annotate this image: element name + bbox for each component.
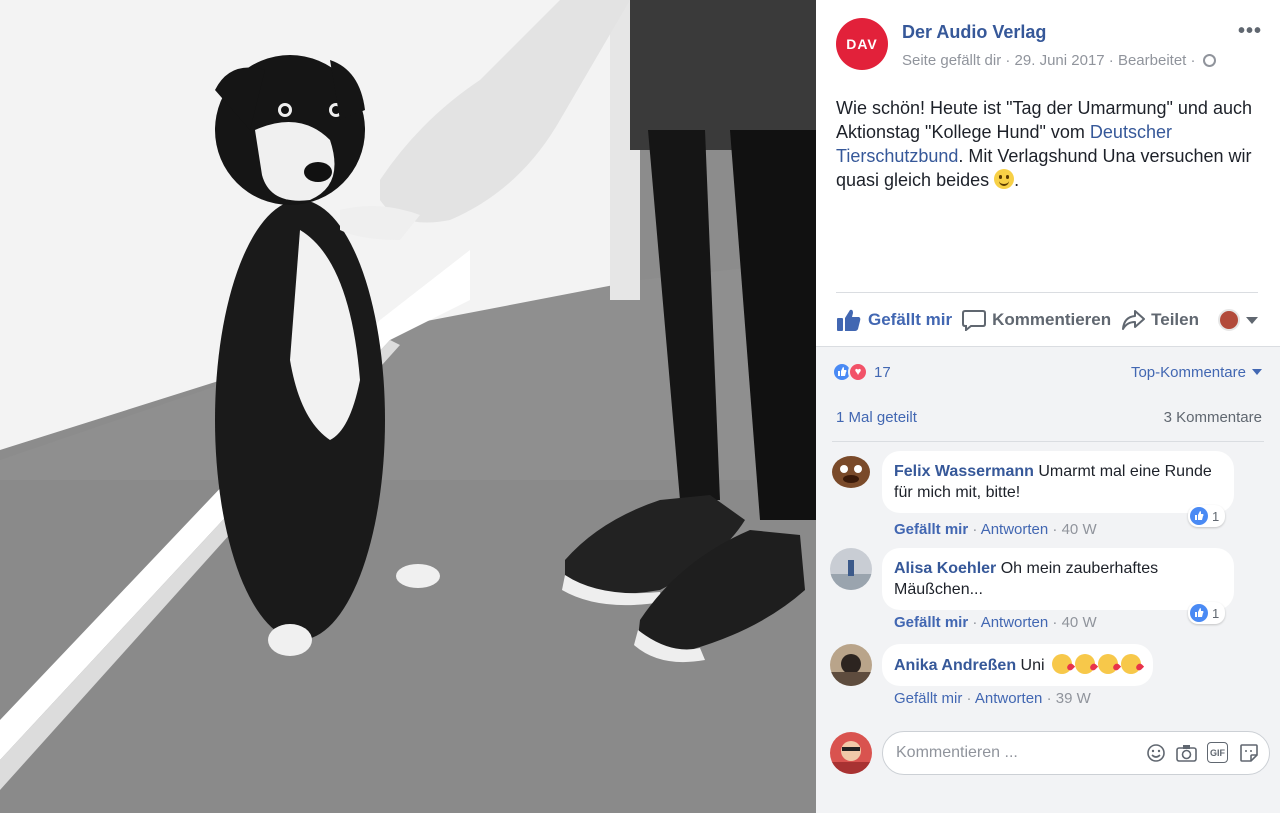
comment-timestamp[interactable]: 39 W	[1056, 690, 1091, 707]
page-name-link[interactable]: Der Audio Verlag	[902, 22, 1046, 43]
user-avatar-icon	[1218, 309, 1240, 331]
camera-icon[interactable]	[1176, 742, 1197, 763]
current-user-avatar	[830, 732, 872, 774]
reactions-count[interactable]: 17	[874, 364, 891, 381]
comment-like-link[interactable]: Gefällt mir	[894, 521, 968, 538]
post-meta: Seite gefällt dir · 29. Juni 2017 · Bear…	[902, 52, 1216, 69]
comment-input[interactable]: Kommentieren ... GIF	[882, 731, 1270, 775]
post-text: Wie schön! Heute ist "Tag der Umarmung" …	[836, 96, 1266, 192]
comment-bubble: Alisa Koehler Oh mein zauberhaftes Mäußc…	[882, 548, 1234, 610]
share-button[interactable]: Teilen	[1121, 309, 1199, 331]
comment-item: Felix Wassermann Umarmt mal eine Runde f…	[830, 451, 1260, 541]
comment-actions: Gefällt mir · Antworten · 40 W	[894, 521, 1097, 538]
post-meta-text: Seite gefällt dir · 29. Juni 2017 · Bear…	[902, 52, 1196, 69]
reactions-summary: ♥ 17 Top-Kommentare	[832, 361, 1262, 383]
comment-reaction-count: 1	[1212, 605, 1220, 621]
comment-sort-dropdown[interactable]: Top-Kommentare	[1131, 364, 1262, 381]
comment-reply-link[interactable]: Antworten	[975, 690, 1043, 707]
gif-label: GIF	[1210, 747, 1225, 758]
share-button-label: Teilen	[1151, 310, 1199, 329]
kiss-emoji-icon	[1098, 654, 1119, 674]
comment-button[interactable]: Kommentieren	[962, 309, 1111, 331]
comment-reply-link[interactable]: Antworten	[981, 521, 1049, 538]
post-photo[interactable]	[0, 0, 816, 813]
comment-author-link[interactable]: Anika Andreßen	[894, 657, 1016, 674]
kiss-emoji-icon	[1075, 654, 1096, 674]
like-button[interactable]: Gefällt mir	[836, 308, 952, 332]
thumbs-up-icon	[837, 309, 861, 331]
like-button-label: Gefällt mir	[868, 310, 953, 329]
like-reaction-icon	[1190, 507, 1208, 525]
chevron-down-icon	[1252, 369, 1262, 375]
comment-like-link[interactable]: Gefällt mir	[894, 690, 962, 707]
page-avatar[interactable]: DAV	[836, 18, 888, 70]
comment-author-link[interactable]: Alisa Koehler	[894, 560, 996, 577]
comments-section: ♥ 17 Top-Kommentare 1 Mal geteilt 3 Komm…	[816, 346, 1280, 813]
page-logo-text: DAV	[846, 36, 878, 52]
sticker-icon[interactable]	[1238, 742, 1259, 763]
commenter-avatar[interactable]	[830, 548, 872, 590]
comment-timestamp[interactable]: 40 W	[1062, 614, 1097, 631]
comment-input-placeholder: Kommentieren ...	[896, 744, 1018, 761]
kiss-emoji-icon	[1121, 654, 1142, 674]
comment-timestamp[interactable]: 40 W	[1062, 521, 1097, 538]
comment-reaction-badge[interactable]: 1	[1188, 602, 1226, 624]
comment-reaction-badge[interactable]: 1	[1188, 505, 1226, 527]
like-reaction-icon	[1190, 604, 1208, 622]
post-text-end: .	[1014, 170, 1020, 190]
comment-bubble: Felix Wassermann Umarmt mal eine Runde f…	[882, 451, 1234, 513]
chevron-down-icon	[1246, 316, 1258, 324]
shares-row: 1 Mal geteilt 3 Kommentare	[836, 409, 1262, 426]
comment-author-link[interactable]: Felix Wassermann	[894, 463, 1034, 480]
smile-emoji-icon	[994, 169, 1015, 189]
post-header: DAV Der Audio Verlag Seite gefällt dir ·…	[836, 18, 1264, 74]
comment-item: Alisa Koehler Oh mein zauberhaftes Mäußc…	[830, 548, 1260, 638]
love-reaction-icon[interactable]: ♥	[848, 362, 868, 382]
composer-icons: GIF	[1145, 742, 1259, 763]
globe-icon	[1202, 54, 1216, 67]
comment-like-link[interactable]: Gefällt mir	[894, 614, 968, 631]
post-as-selector[interactable]	[1218, 309, 1258, 331]
post-panel: DAV Der Audio Verlag Seite gefällt dir ·…	[816, 0, 1280, 813]
kiss-emoji-icon	[1052, 654, 1073, 674]
commenter-avatar[interactable]	[830, 451, 872, 493]
comment-reply-link[interactable]: Antworten	[981, 614, 1049, 631]
comment-actions: Gefällt mir · Antworten · 40 W	[894, 614, 1097, 631]
photo-illustration	[0, 0, 816, 813]
more-options-icon[interactable]: •••	[1238, 20, 1262, 43]
actions-divider-top	[836, 292, 1258, 293]
comment-bubble: Anika Andreßen Uni	[882, 644, 1154, 686]
comment-text: Uni	[1020, 657, 1045, 674]
comment-reaction-count: 1	[1212, 508, 1220, 524]
gif-icon[interactable]: GIF	[1207, 742, 1228, 763]
comment-item: Anika Andreßen Uni Gefällt mir · Antwort…	[830, 644, 1260, 714]
post-actions: Gefällt mir Kommentieren Teilen	[836, 302, 1258, 338]
comment-actions: Gefällt mir · Antworten · 39 W	[894, 690, 1091, 707]
comments-count-link[interactable]: 3 Kommentare	[1164, 409, 1262, 426]
commenter-avatar[interactable]	[830, 644, 872, 686]
comment-bubble-icon	[962, 310, 987, 331]
comment-button-label: Kommentieren	[992, 310, 1112, 329]
share-arrow-icon	[1122, 310, 1146, 330]
comments-divider	[832, 441, 1264, 442]
comment-sort-label: Top-Kommentare	[1130, 363, 1246, 381]
shares-count-link[interactable]: 1 Mal geteilt	[836, 409, 917, 426]
emoji-icon[interactable]	[1145, 742, 1166, 763]
post-text-part1: Wie schön! Heute ist "Tag der Umarmung" …	[836, 98, 1252, 142]
comment-composer: Kommentieren ... GIF	[830, 731, 1270, 775]
